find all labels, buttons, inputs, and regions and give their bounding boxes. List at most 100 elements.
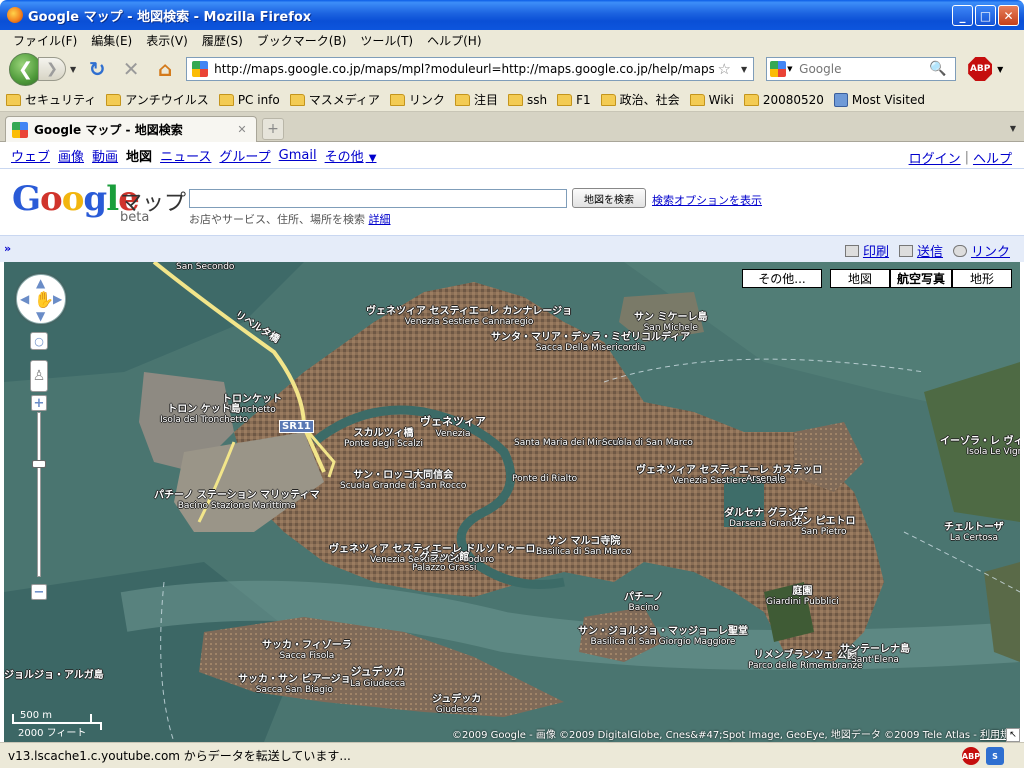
pan-left-icon[interactable]: ◀ (20, 292, 29, 306)
address-bar[interactable]: http://maps.google.co.jp/maps/mpl?module… (186, 57, 755, 81)
minimize-button[interactable]: _ (952, 5, 973, 26)
bookmark-folder[interactable]: 政治、社会 (600, 91, 680, 108)
stop-icon[interactable]: ✕ (118, 56, 144, 82)
adblock-status-icon[interactable]: ABP (962, 747, 980, 765)
bookmark-star-icon[interactable]: ☆ (718, 60, 731, 78)
tab-list-dropdown-icon[interactable]: ▼ (1006, 118, 1020, 138)
menu-view[interactable]: 表示(V) (139, 32, 195, 49)
forward-button[interactable]: ❯ (38, 57, 66, 81)
bookmark-folder[interactable]: Wiki (689, 93, 734, 107)
skype-icon[interactable]: S (986, 747, 1004, 765)
send-link[interactable]: 送信 (898, 241, 943, 260)
pan-up-icon[interactable]: ▲ (36, 276, 45, 290)
details-link[interactable]: 詳細 (369, 213, 391, 226)
search-maps-button[interactable]: 地図を検索 (572, 188, 646, 208)
bookmark-folder[interactable]: セキュリティ (6, 91, 96, 108)
history-dropdown-icon[interactable]: ▼ (70, 65, 76, 74)
pan-right-icon[interactable]: ▶ (53, 292, 62, 306)
link-gmail[interactable]: Gmail (279, 148, 317, 163)
bookmark-folder[interactable]: ssh (507, 93, 547, 107)
link-more[interactable]: その他 ▼ (325, 146, 377, 165)
url-dropdown-icon[interactable]: ▼ (741, 65, 747, 74)
link-separator: | (964, 150, 969, 165)
link-images[interactable]: 画像 (58, 146, 84, 165)
tab-google-maps[interactable]: Google マップ - 地図検索 ✕ (5, 116, 257, 142)
map-label-text: サッカ・フィゾーラ (262, 640, 352, 651)
maps-search-input[interactable] (189, 189, 567, 208)
map-label-text: グラッシ館 (419, 552, 470, 563)
search-engine-selector[interactable]: ▼ (767, 61, 795, 77)
pan-control[interactable]: ▲ ▼ ◀ ▶ ✋ (16, 274, 66, 324)
new-tab-button[interactable]: + (262, 118, 284, 140)
overview-toggle-icon[interactable]: ↖ (1006, 728, 1020, 742)
map-label-text: サン ピエトロ (792, 516, 856, 527)
reload-icon[interactable]: ↻ (84, 56, 110, 82)
map-canvas[interactable]: San Secondo リベルタ橋 ヴェネツィア セスティエーレ カンナレージョ… (4, 262, 1020, 742)
map-label: チェルトーザ La Certosa (944, 522, 1004, 544)
zoom-slider-track[interactable] (37, 412, 41, 577)
home-icon[interactable]: ⌂ (152, 56, 178, 82)
help-link[interactable]: ヘルプ (973, 148, 1012, 167)
search-bar[interactable]: ▼ 🔍 (766, 57, 957, 81)
menu-history[interactable]: 履歴(S) (195, 32, 250, 49)
search-icon[interactable]: 🔍 (929, 61, 946, 77)
folder-icon (389, 93, 405, 106)
link-link[interactable]: リンク (952, 241, 1010, 260)
reset-view-icon[interactable]: ○ (30, 332, 48, 350)
adblock-icon[interactable]: ABP (968, 57, 993, 81)
expand-panel-icon[interactable]: » (4, 242, 11, 255)
map-label-text: チェルトーザ (944, 522, 1004, 533)
menu-bookmarks[interactable]: ブックマーク(B) (250, 32, 354, 49)
bookmark-label: Most Visited (851, 92, 925, 107)
maptype-satellite-button[interactable]: 航空写真 (890, 269, 952, 288)
maptype-more-button[interactable]: その他... (742, 269, 822, 288)
pan-down-icon[interactable]: ▼ (36, 309, 45, 323)
maptype-map-button[interactable]: 地図 (830, 269, 890, 288)
street-view-pegman-icon[interactable]: ♙ (30, 360, 48, 392)
map-scale: 500 m 2000 フィート (12, 710, 108, 739)
bookmark-label: リンク (408, 93, 445, 107)
map-label: トロン ケット島 Isola del Tronchetto (160, 404, 248, 426)
zoom-out-button[interactable]: − (31, 584, 47, 600)
adblock-dropdown-icon[interactable]: ▼ (997, 65, 1003, 74)
menu-help[interactable]: ヘルプ(H) (420, 32, 488, 49)
search-options-link[interactable]: 検索オプションを表示 (652, 192, 762, 208)
window-titlebar[interactable]: Google マップ - 地図検索 - Mozilla Firefox _ □ … (0, 0, 1024, 30)
bookmark-folder[interactable]: リンク (389, 91, 445, 108)
login-link[interactable]: ログイン (909, 148, 961, 167)
bookmark-folder[interactable]: F1 (557, 93, 591, 107)
zoom-slider-handle[interactable] (32, 460, 46, 468)
menu-tools[interactable]: ツール(T) (353, 32, 420, 49)
link-news[interactable]: ニュース (160, 146, 211, 165)
link-videos[interactable]: 動画 (92, 146, 118, 165)
map-label-text: San Secondo (176, 262, 235, 272)
bookmark-most-visited[interactable]: Most Visited (833, 92, 925, 107)
tab-close-icon[interactable]: ✕ (234, 122, 250, 138)
bookmark-folder[interactable]: 注目 (454, 91, 498, 108)
folder-icon (507, 93, 523, 106)
maximize-button[interactable]: □ (975, 5, 996, 26)
folder-icon (689, 93, 705, 106)
maptype-terrain-button[interactable]: 地形 (952, 269, 1012, 288)
map-label: ジュデッカ Giudecca (432, 694, 481, 716)
folder-icon (6, 93, 21, 106)
bookmark-folder[interactable]: アンチウイルス (106, 91, 209, 108)
zoom-in-button[interactable]: + (31, 395, 47, 411)
engine-dropdown-icon: ▼ (787, 65, 793, 73)
map-label-sub: San Pietro (800, 527, 847, 537)
search-input[interactable] (799, 62, 930, 76)
bookmark-folder[interactable]: PC info (218, 93, 280, 107)
link-web[interactable]: ウェブ (11, 146, 50, 165)
map-label-sub: Venezia (435, 429, 471, 439)
menu-edit[interactable]: 編集(E) (84, 32, 139, 49)
bookmark-folder[interactable]: 20080520 (743, 93, 824, 107)
map-label-sub: Bacino (628, 603, 659, 613)
print-link[interactable]: 印刷 (844, 241, 889, 260)
map-label-sub: San Michele (643, 323, 698, 333)
link-groups[interactable]: グループ (219, 146, 270, 165)
close-button[interactable]: ✕ (998, 5, 1019, 26)
folder-icon (106, 93, 122, 106)
menu-file[interactable]: ファイル(F) (6, 32, 84, 49)
url-text[interactable]: http://maps.google.co.jp/maps/mpl?module… (214, 62, 713, 76)
bookmark-folder[interactable]: マスメディア (289, 91, 380, 108)
